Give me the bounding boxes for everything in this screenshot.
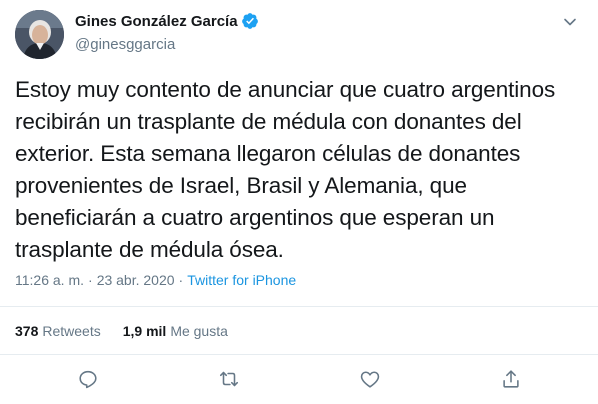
retweet-icon[interactable] [218,368,240,390]
verified-badge-icon [241,12,259,30]
author-name[interactable]: Gines González García [75,13,238,30]
tweet-card: Gines González García @ginesggarcia Esto… [0,0,598,404]
author-handle[interactable]: @ginesggarcia [75,36,175,53]
avatar[interactable] [15,10,64,59]
reply-icon[interactable] [77,368,99,390]
divider [0,354,598,355]
tweet-source-link[interactable]: Twitter for iPhone [187,272,296,288]
tweet-time[interactable]: 11:26 a. m. [15,272,84,288]
author-name-row: Gines González García [75,12,259,30]
tweet-stats: 378 Retweets 1,9 mil Me gusta [15,323,228,339]
retweets-count[interactable]: 378 [15,323,38,339]
likes-count[interactable]: 1,9 mil [123,323,167,339]
divider [0,306,598,307]
meta-separator: · [178,272,184,288]
likes-label[interactable]: Me gusta [170,323,228,339]
avatar-image [15,10,64,59]
action-bar [0,368,598,392]
tweet-date[interactable]: 23 abr. 2020 [97,272,175,288]
meta-separator: · [88,272,93,288]
retweets-label[interactable]: Retweets [42,323,100,339]
heart-icon[interactable] [359,368,381,390]
share-icon[interactable] [500,368,522,390]
tweet-text: Estoy muy contento de anunciar que cuatr… [15,77,556,262]
chevron-down-icon[interactable] [562,14,578,30]
tweet-meta: 11:26 a. m. · 23 abr. 2020 · Twitter for… [15,272,296,288]
